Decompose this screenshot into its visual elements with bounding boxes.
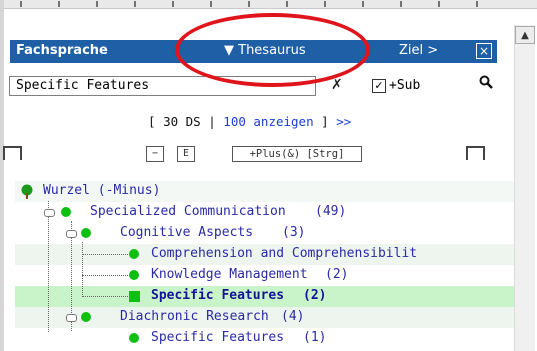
collapse-all-button[interactable]: − [146, 146, 164, 162]
header-bar: Fachsprache ▼ Thesaurus Ziel > × [10, 40, 497, 63]
tree-node-count: (1) [303, 330, 327, 345]
tree-node[interactable]: Specialized Communication (49) [15, 202, 514, 223]
tree-node-label: Diachronic Research [120, 309, 269, 324]
expand-all-button[interactable]: E [177, 146, 195, 162]
thesaurus-tree: Wurzel (-Minus) Specialized Communicatio… [15, 181, 514, 351]
search-input[interactable]: Specific Features [9, 76, 316, 96]
record-count: 30 DS [163, 114, 201, 129]
search-icon[interactable] [479, 75, 493, 93]
close-icon[interactable]: × [476, 43, 492, 59]
node-dot-icon [129, 333, 139, 343]
tree-node-count: (49) [315, 204, 347, 219]
selected-node-icon [129, 291, 140, 302]
search-row: Specific Features ✗ ✓ +Sub [9, 75, 498, 98]
paging-bracket-open: [ [148, 114, 156, 129]
tree-node[interactable]: Comprehension and Comprehensibilit [15, 244, 514, 265]
tree-node-label: Comprehension and Comprehensibilit [151, 246, 418, 261]
tree-root[interactable]: Wurzel (-Minus) [15, 181, 514, 202]
show-100-link[interactable]: 100 anzeigen [223, 114, 313, 129]
sub-label: +Sub [389, 78, 421, 93]
tree-root-label: Wurzel (-Minus) [43, 183, 161, 198]
sub-checkbox[interactable]: ✓ [372, 79, 386, 93]
tree-node[interactable]: Specific Features (1) [15, 328, 514, 349]
tree-node-count: (3) [282, 225, 306, 240]
tree-node-count: (2) [303, 288, 327, 303]
tree-node-label: Cognitive Aspects [120, 225, 254, 240]
tree-node-count: (2) [325, 267, 349, 282]
tree-node-label: Specialized Communication [90, 204, 286, 219]
thesaurus-panel: ▲ Fachsprache ▼ Thesaurus Ziel > × Speci… [0, 0, 537, 351]
node-dot-icon [129, 270, 139, 280]
thesaurus-dropdown[interactable]: ▼ Thesaurus [224, 43, 306, 58]
tree-node-label: Specific Features [151, 288, 285, 303]
node-dot-icon [81, 312, 91, 322]
gantt-right-icon[interactable] [466, 146, 485, 160]
node-dot-icon [81, 228, 91, 238]
fachsprache-tab[interactable]: Fachsprache [16, 43, 108, 58]
paging-bracket-close: ] [321, 114, 329, 129]
tree-node-label: Knowledge Management [151, 267, 308, 282]
next-page-link[interactable]: >> [336, 114, 351, 129]
left-edge [0, 0, 4, 351]
node-dot-icon [61, 207, 71, 217]
paging-info: [ 30 DS | 100 anzeigen ] >> [148, 114, 351, 129]
tree-icon [21, 184, 33, 199]
collapse-toggle[interactable] [66, 314, 77, 322]
ziel-link[interactable]: Ziel > [399, 43, 438, 58]
plus-strg-button[interactable]: +Plus(&) [Strg] [232, 146, 362, 162]
tree-node[interactable]: Cognitive Aspects (3) [15, 223, 514, 244]
collapse-toggle[interactable] [44, 209, 55, 217]
node-dot-icon [129, 249, 139, 259]
scroll-up-icon[interactable]: ▲ [515, 26, 535, 44]
gantt-left-icon[interactable] [3, 146, 22, 160]
paging-separator: | [208, 114, 216, 129]
clear-icon[interactable]: ✗ [331, 77, 343, 93]
tree-node-selected[interactable]: Specific Features (2) [15, 286, 514, 307]
collapse-toggle[interactable] [66, 230, 77, 238]
tree-node[interactable]: Diachronic Research (4) [15, 307, 514, 328]
tree-node-count: (4) [281, 309, 305, 324]
tree-node-label: Specific Features [151, 330, 285, 345]
top-ruler [0, 0, 537, 9]
tree-node[interactable]: Knowledge Management (2) [15, 265, 514, 286]
tree-toolbar: − E +Plus(&) [Strg] [0, 142, 510, 166]
vertical-scrollbar[interactable] [514, 25, 535, 351]
